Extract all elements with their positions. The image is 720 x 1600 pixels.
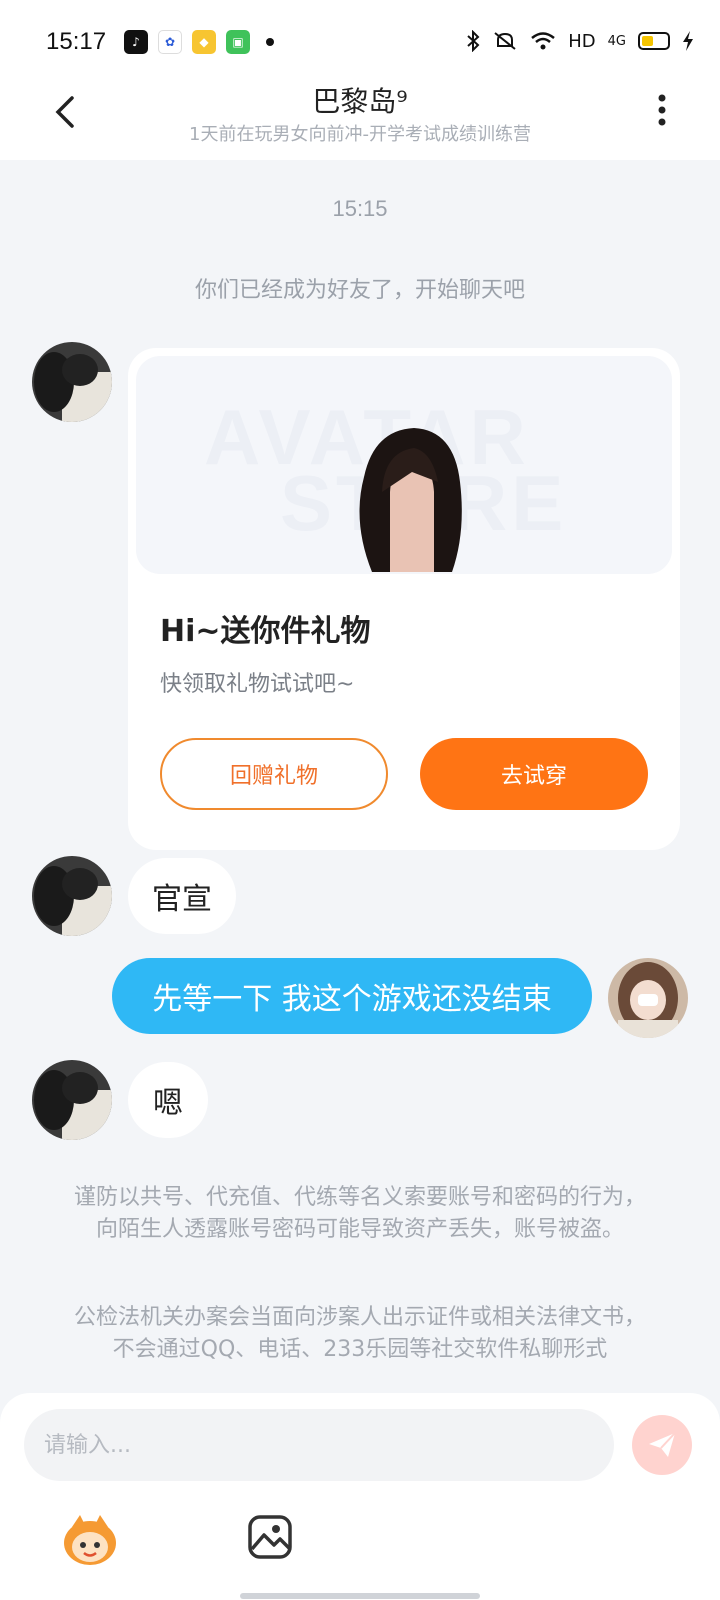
charging-icon: [683, 31, 693, 51]
system-message: 你们已经成为好友了，开始聊天吧: [194, 278, 525, 303]
chat-header: 巴黎岛⁹ 1天前在玩男女向前冲-开学考试成绩训练营: [0, 78, 720, 160]
status-time: 15:17: [46, 28, 107, 55]
more-icon: [658, 94, 666, 126]
message-timestamp: 15:15: [332, 196, 388, 221]
message-bubble[interactable]: 嗯: [128, 1062, 208, 1138]
friend-avatar[interactable]: [32, 1060, 112, 1140]
page-title: 巴黎岛⁹: [312, 85, 408, 118]
wifi-icon: [531, 32, 556, 50]
more-notifications-dot: [266, 38, 274, 46]
notification-icons: ♪ ✿ ◆ ▣: [124, 30, 274, 54]
baidu-icon: ✿: [158, 30, 182, 54]
message-bubble[interactable]: 先等一下 我这个游戏还没结束: [112, 958, 592, 1034]
my-avatar[interactable]: [608, 958, 688, 1038]
status-bar: 15:17 ♪ ✿ ◆ ▣ HD 4G: [0, 0, 720, 78]
gift-app-icon: ◆: [192, 30, 216, 54]
mute-icon: [494, 32, 516, 50]
tiktok-icon: ♪: [124, 30, 148, 54]
network-label: HD: [568, 30, 596, 52]
signal-label: 4G: [607, 33, 626, 49]
image-button[interactable]: [246, 1513, 294, 1561]
gift-card: AVATAR STORE Hi~送你件礼物 快领取礼物试试吧~ 回赠礼物 去试穿: [128, 348, 680, 850]
try-on-button[interactable]: 去试穿: [420, 738, 648, 810]
battery-icon: [638, 32, 670, 50]
system-status: HD 4G: [466, 30, 694, 52]
home-indicator[interactable]: [240, 1593, 480, 1599]
gift-title: Hi~送你件礼物: [160, 614, 371, 649]
safety-notice: 谨防以共号、代充值、代练等名义索要账号和密码的行为，向陌生人透露账号密码可能导致…: [73, 1185, 646, 1242]
page-subtitle: 1天前在玩男女向前冲-开学考试成绩训练营: [189, 124, 531, 145]
avatar-figure-image: [359, 428, 462, 572]
safety-notice: 公检法机关办案会当面向涉案人出示证件或相关法律文书，不会通过QQ、电话、233乐…: [73, 1305, 646, 1362]
message-input[interactable]: [24, 1409, 614, 1481]
send-button[interactable]: [632, 1415, 692, 1475]
emoji-button[interactable]: [60, 1513, 120, 1567]
friend-avatar[interactable]: [32, 856, 112, 936]
return-gift-button[interactable]: 回赠礼物: [160, 738, 388, 810]
friend-avatar[interactable]: [32, 342, 112, 422]
gift-subtitle: 快领取礼物试试吧~: [160, 672, 355, 697]
image-icon: [248, 1515, 292, 1559]
chat-area[interactable]: 15:15 你们已经成为好友了，开始聊天吧 AVATAR STORE Hi~送你…: [0, 160, 720, 1395]
bluetooth-icon: [467, 30, 480, 52]
store-app-icon: ▣: [226, 30, 250, 54]
send-icon: [649, 1432, 676, 1457]
gift-preview-image[interactable]: AVATAR STORE: [136, 356, 672, 574]
emoji-mascot-icon: [64, 1515, 116, 1565]
more-button[interactable]: [652, 92, 672, 132]
input-panel: [0, 1393, 720, 1600]
message-bubble[interactable]: 官宣: [128, 858, 236, 934]
